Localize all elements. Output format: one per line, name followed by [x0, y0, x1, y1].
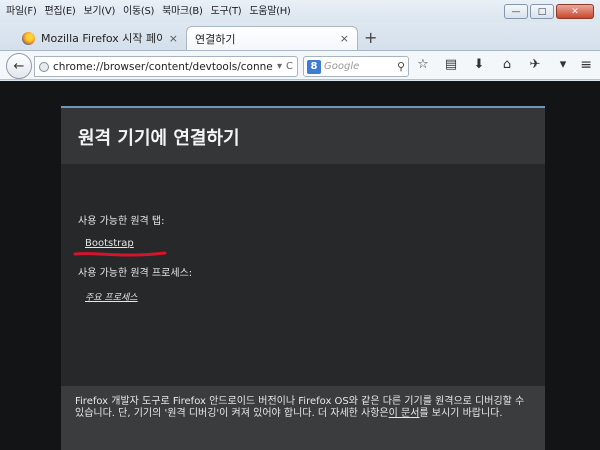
- annotation-underline: [73, 251, 167, 257]
- url-bar[interactable]: chrome://browser/content/devtools/connec…: [34, 56, 298, 77]
- chevron-down-icon[interactable]: ▾: [556, 57, 570, 72]
- tab-label: 연결하기: [195, 32, 236, 46]
- menu-edit[interactable]: 편집(E): [44, 2, 75, 17]
- menu-file[interactable]: 파일(F): [6, 2, 37, 17]
- close-icon[interactable]: ×: [340, 32, 349, 45]
- search-icon[interactable]: ⚲: [397, 60, 405, 73]
- toolbar-icons: ☆ ▤ ⬇ ⌂ ✈ ▾: [416, 57, 570, 72]
- navigation-bar: ← chrome://browser/content/devtools/conn…: [0, 50, 600, 80]
- menu-tools[interactable]: 도구(T): [211, 2, 242, 17]
- window-controls: — □ ✕: [504, 4, 594, 19]
- tab-strip: Mozilla Firefox 시작 페이지 × 연결하기 × +: [0, 22, 600, 50]
- search-bar[interactable]: 8 Google ⚲: [303, 56, 409, 77]
- url-input[interactable]: chrome://browser/content/devtools/connec…: [53, 61, 273, 73]
- menu-go[interactable]: 이동(S): [123, 2, 154, 17]
- new-tab-button[interactable]: +: [364, 28, 377, 47]
- remote-tab-link[interactable]: Bootstrap: [85, 238, 134, 249]
- main-process-link[interactable]: 주요 프로세스: [85, 290, 138, 303]
- chevron-down-icon[interactable]: ▾: [277, 61, 282, 72]
- close-window-button[interactable]: ✕: [556, 4, 594, 19]
- menu-help[interactable]: 도움말(H): [249, 2, 290, 17]
- bookmark-star-icon[interactable]: ☆: [416, 57, 430, 72]
- title-bar: 파일(F) 편집(E) 보기(V) 이동(S) 북마크(B) 도구(T) 도움말…: [0, 0, 600, 22]
- menu-bar: 파일(F) 편집(E) 보기(V) 이동(S) 북마크(B) 도구(T) 도움말…: [6, 2, 291, 17]
- globe-icon: [39, 61, 49, 72]
- send-icon[interactable]: ✈: [528, 57, 542, 72]
- menu-view[interactable]: 보기(V): [84, 2, 116, 17]
- reading-list-icon[interactable]: ▤: [444, 57, 458, 72]
- google-icon[interactable]: 8: [307, 59, 321, 74]
- minimize-button[interactable]: —: [504, 4, 528, 19]
- available-processes-label: 사용 가능한 원격 프로세스:: [78, 268, 193, 279]
- home-icon[interactable]: ⌂: [500, 57, 514, 72]
- panel-footer: Firefox 개발자 도구로 Firefox 안드로이드 버전이나 Firef…: [61, 386, 545, 450]
- search-input[interactable]: Google: [324, 61, 394, 72]
- firefox-icon: [22, 31, 35, 45]
- maximize-button[interactable]: □: [530, 4, 554, 19]
- menu-bookmarks[interactable]: 북마크(B): [162, 2, 203, 17]
- panel-body: 사용 가능한 원격 탭: Bootstrap 사용 가능한 원격 프로세스: 주…: [61, 164, 545, 386]
- hamburger-menu-icon[interactable]: ≡: [580, 57, 592, 73]
- tab-label: Mozilla Firefox 시작 페이지: [41, 32, 163, 45]
- tab-firefox-start[interactable]: Mozilla Firefox 시작 페이지 ×: [14, 26, 186, 50]
- download-icon[interactable]: ⬇: [472, 57, 486, 72]
- reload-icon[interactable]: C: [286, 61, 293, 72]
- back-button[interactable]: ←: [6, 53, 32, 79]
- close-icon[interactable]: ×: [169, 32, 178, 45]
- tab-connect[interactable]: 연결하기 ×: [186, 26, 358, 50]
- page-title: 원격 기기에 연결하기: [78, 128, 240, 149]
- docs-link[interactable]: 이 문서: [389, 408, 420, 419]
- available-tabs-label: 사용 가능한 원격 탭:: [78, 216, 165, 227]
- footer-text: Firefox 개발자 도구로 Firefox 안드로이드 버전이나 Firef…: [75, 396, 531, 420]
- footer-text-2: 를 보시기 바랍니다.: [419, 408, 503, 419]
- panel-header: 원격 기기에 연결하기: [61, 106, 545, 164]
